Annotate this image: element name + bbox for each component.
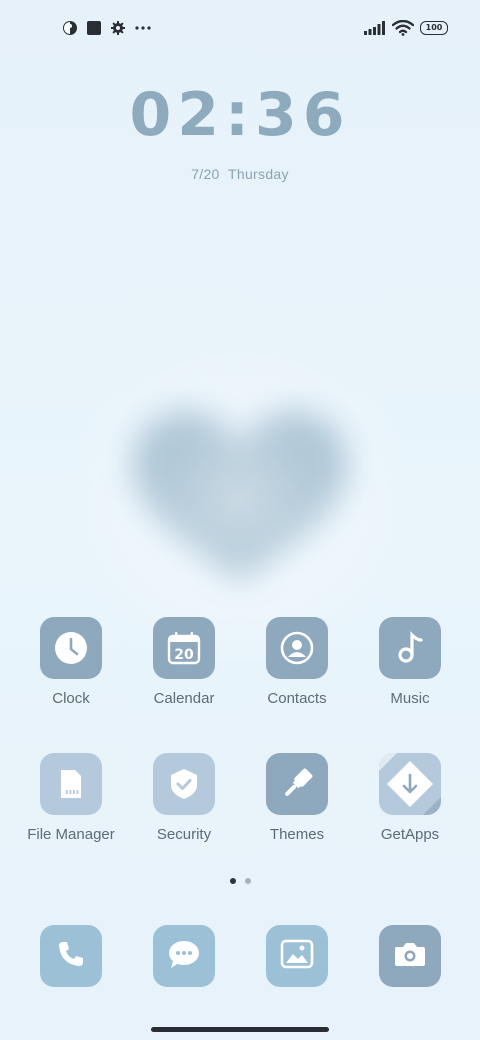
square-notification-icon bbox=[86, 20, 102, 36]
wallpaper-heart bbox=[60, 330, 420, 670]
phone-icon bbox=[55, 938, 87, 975]
status-bar: 100 bbox=[0, 0, 480, 56]
clock-icon bbox=[40, 617, 102, 679]
status-bar-left bbox=[62, 18, 152, 38]
app-label: Security bbox=[156, 826, 212, 843]
home-screen: 100 02:36 7/20 Thursday Clock 20 Calenda… bbox=[0, 0, 480, 1040]
app-calendar[interactable]: 20 Calendar bbox=[129, 617, 239, 707]
dock-gallery[interactable] bbox=[266, 925, 328, 987]
dock-messages[interactable] bbox=[153, 925, 215, 987]
app-label: GetApps bbox=[380, 826, 440, 843]
sd-card-icon bbox=[40, 753, 102, 815]
app-music[interactable]: Music bbox=[355, 617, 465, 707]
app-label: File Manager bbox=[27, 826, 115, 843]
wifi-icon bbox=[392, 20, 414, 36]
signal-bars-icon bbox=[364, 21, 386, 35]
app-getapps[interactable]: GetApps bbox=[355, 753, 465, 843]
app-label: Calendar bbox=[153, 690, 215, 707]
theme-icon bbox=[62, 20, 78, 36]
shield-check-icon bbox=[153, 753, 215, 815]
app-label: Contacts bbox=[267, 690, 327, 707]
clock-widget-date[interactable]: 7/20 Thursday bbox=[0, 166, 480, 182]
music-note-icon bbox=[379, 617, 441, 679]
calendar-icon: 20 bbox=[153, 617, 215, 679]
app-label: Music bbox=[390, 690, 430, 707]
contacts-icon bbox=[266, 617, 328, 679]
app-label: Themes bbox=[269, 826, 325, 843]
clock-widget-time[interactable]: 02:36 bbox=[0, 80, 480, 150]
app-clock[interactable]: Clock bbox=[16, 617, 126, 707]
dock-phone[interactable] bbox=[40, 925, 102, 987]
battery-level: 100 bbox=[420, 21, 448, 35]
download-arrow-icon bbox=[379, 753, 441, 815]
battery-icon: 100 bbox=[420, 21, 448, 35]
page-dot bbox=[244, 878, 251, 884]
more-dots-icon bbox=[134, 20, 152, 36]
home-indicator-bar[interactable] bbox=[151, 1027, 329, 1032]
gallery-icon bbox=[280, 938, 314, 975]
messages-icon bbox=[167, 938, 201, 975]
weekday-label: Thursday bbox=[228, 166, 289, 182]
paint-brush-icon bbox=[266, 753, 328, 815]
date-label: 7/20 bbox=[191, 166, 220, 182]
app-label: Clock bbox=[52, 690, 90, 707]
app-file-manager[interactable]: File Manager bbox=[16, 753, 126, 843]
app-security[interactable]: Security bbox=[129, 753, 239, 843]
dock-camera[interactable] bbox=[379, 925, 441, 987]
app-contacts[interactable]: Contacts bbox=[242, 617, 352, 707]
status-bar-right: 100 bbox=[364, 18, 448, 38]
calendar-day-badge: 20 bbox=[174, 647, 194, 663]
page-indicator[interactable] bbox=[0, 878, 480, 884]
settings-gear-icon bbox=[110, 20, 126, 36]
app-themes[interactable]: Themes bbox=[242, 753, 352, 843]
camera-icon bbox=[393, 938, 427, 975]
page-dot-active bbox=[229, 878, 236, 884]
